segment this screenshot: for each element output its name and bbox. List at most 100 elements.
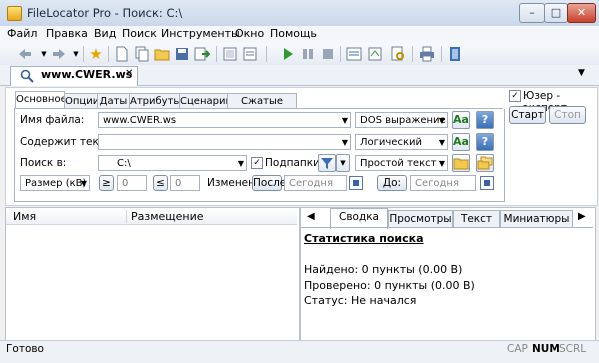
- text-case-aa-button[interactable]: Aa: [452, 133, 470, 151]
- multiple-folders-icon[interactable]: [476, 154, 494, 172]
- menu-tools[interactable]: Инструменты: [161, 27, 240, 40]
- calendar-icon[interactable]: [349, 176, 363, 190]
- scrl-indicator: SCRL: [559, 343, 587, 355]
- column-name[interactable]: Имя: [13, 210, 36, 223]
- before-button[interactable]: До:: [377, 175, 407, 191]
- toolbar-separator: [108, 46, 109, 62]
- summary-title: Статистика поиска: [304, 232, 424, 245]
- status-text: Готово: [6, 343, 44, 355]
- calendar-icon[interactable]: [480, 176, 494, 190]
- after-button[interactable]: После:: [252, 175, 290, 191]
- help-icon[interactable]: ?: [476, 111, 494, 129]
- options-list-icon[interactable]: [346, 46, 362, 62]
- favorites-star-icon[interactable]: ★: [88, 46, 104, 62]
- new-document-icon[interactable]: [114, 46, 130, 62]
- chevron-down-icon[interactable]: ▼: [439, 113, 445, 129]
- contains-text-input[interactable]: ▼: [98, 134, 351, 150]
- results-list[interactable]: [5, 207, 300, 342]
- menu-file[interactable]: Файл: [7, 27, 37, 40]
- tab-basic[interactable]: Основное: [15, 91, 67, 109]
- pause-icon[interactable]: [300, 46, 316, 62]
- save-icon[interactable]: [174, 46, 190, 62]
- minimize-button[interactable]: –: [519, 3, 545, 23]
- menu-view[interactable]: Вид: [94, 27, 116, 40]
- tab-dates[interactable]: Даты: [97, 93, 130, 109]
- searchin-input[interactable]: C:\ ▼: [98, 155, 247, 171]
- printer-icon[interactable]: [419, 46, 435, 62]
- document-tab[interactable]: www.CWER.ws ✕: [10, 66, 138, 86]
- browse-folder-icon[interactable]: [452, 154, 470, 172]
- tab-archives[interactable]: Сжатые файлы: [227, 93, 297, 122]
- contains-mode-value: Логический: [360, 137, 422, 148]
- tab-list-dropdown-icon[interactable]: ▼: [578, 68, 585, 78]
- run-icon[interactable]: [280, 46, 296, 62]
- exit-door-icon[interactable]: [447, 46, 463, 62]
- report-icon[interactable]: [242, 46, 258, 62]
- tab-text[interactable]: Текст: [453, 210, 500, 228]
- chevron-down-icon[interactable]: ▼: [342, 113, 348, 129]
- criteria-icon[interactable]: [367, 46, 383, 62]
- size-ge-button[interactable]: ≥: [99, 175, 114, 191]
- export-icon[interactable]: [194, 46, 210, 62]
- menu-edit[interactable]: Правка: [46, 27, 88, 40]
- tab-previews[interactable]: Просмотры: [388, 210, 453, 228]
- menu-help[interactable]: Помощь: [270, 27, 317, 40]
- back-icon[interactable]: [17, 46, 33, 62]
- size-min-input[interactable]: 0: [117, 175, 147, 191]
- maximize-button[interactable]: □: [544, 3, 568, 23]
- summary-status: Статус: Не начался: [304, 294, 417, 307]
- stop-icon[interactable]: [320, 46, 336, 62]
- tab-scripts[interactable]: Сценарии: [179, 93, 232, 109]
- summary-found: Найдено: 0 пункты (0.00 В): [304, 263, 463, 276]
- print-preview-icon[interactable]: [222, 46, 238, 62]
- contains-mode-select[interactable]: Логический ▼: [355, 134, 448, 150]
- filter-dropdown-icon[interactable]: ▼: [336, 154, 350, 172]
- filename-input[interactable]: www.CWER.ws ▼: [98, 112, 351, 128]
- searchin-mode-select[interactable]: Простой текст ▼: [355, 155, 448, 171]
- tab-attributes[interactable]: Атрибуты: [129, 93, 181, 109]
- summary-checked: Проверено: 0 пункты (0.00 В): [304, 279, 475, 292]
- forward-dropdown-icon[interactable]: ▼: [68, 46, 84, 62]
- searchin-mode-value: Простой текст: [360, 158, 437, 169]
- filename-label: Имя файла:: [20, 114, 85, 126]
- subfolders-label: Подпапки: [265, 157, 320, 169]
- modified-label: Изменен:: [207, 177, 259, 189]
- close-tab-icon[interactable]: ✕: [125, 68, 133, 79]
- size-mode-select[interactable]: Размер (кВ) ▼: [20, 175, 90, 191]
- expert-checkbox[interactable]: ✓: [509, 90, 521, 102]
- close-button[interactable]: ✕: [567, 3, 596, 23]
- tab-scroll-right-icon[interactable]: ▶: [578, 211, 586, 222]
- menu-bar: Файл Правка Вид Поиск Инструменты Окно П…: [0, 26, 599, 43]
- before-date-input[interactable]: Сегодня: [410, 175, 476, 191]
- help-icon[interactable]: ?: [476, 133, 494, 151]
- tab-options[interactable]: Опции: [64, 93, 99, 109]
- filter-funnel-icon[interactable]: [318, 154, 336, 172]
- back-dropdown-icon[interactable]: ▼: [36, 46, 52, 62]
- tab-scroll-left-icon[interactable]: ◀: [307, 211, 315, 222]
- chevron-down-icon[interactable]: ▼: [238, 156, 244, 172]
- menu-search[interactable]: Поиск: [122, 27, 157, 40]
- subfolders-checkbox[interactable]: ✓: [251, 157, 263, 169]
- stop-button[interactable]: Стоп: [549, 106, 586, 124]
- document-search-icon[interactable]: [390, 46, 406, 62]
- column-location[interactable]: Размещение: [131, 210, 204, 223]
- chevron-down-icon[interactable]: ▼: [81, 176, 87, 192]
- results-column-header: Имя Размещение: [6, 208, 297, 225]
- column-divider[interactable]: [126, 210, 127, 223]
- tab-thumbnails[interactable]: Миниатюры: [500, 210, 573, 228]
- menu-window[interactable]: Окно: [235, 27, 264, 40]
- after-date-input[interactable]: Сегодня: [284, 175, 347, 191]
- copy-document-icon[interactable]: [134, 46, 150, 62]
- filename-mode-select[interactable]: DOS выражение ▼: [355, 112, 448, 128]
- chevron-down-icon[interactable]: ▼: [439, 156, 445, 172]
- chevron-down-icon[interactable]: ▼: [342, 135, 348, 151]
- open-folder-icon[interactable]: [154, 46, 170, 62]
- case-sensitive-aa-button[interactable]: Aa: [452, 111, 470, 129]
- start-button[interactable]: Старт: [509, 106, 546, 124]
- tab-summary[interactable]: Сводка: [330, 208, 388, 229]
- forward-icon[interactable]: [51, 46, 67, 62]
- filename-value: www.CWER.ws: [103, 115, 177, 126]
- size-le-button[interactable]: ≤: [153, 175, 168, 191]
- size-max-input[interactable]: 0: [170, 175, 200, 191]
- chevron-down-icon[interactable]: ▼: [439, 135, 445, 151]
